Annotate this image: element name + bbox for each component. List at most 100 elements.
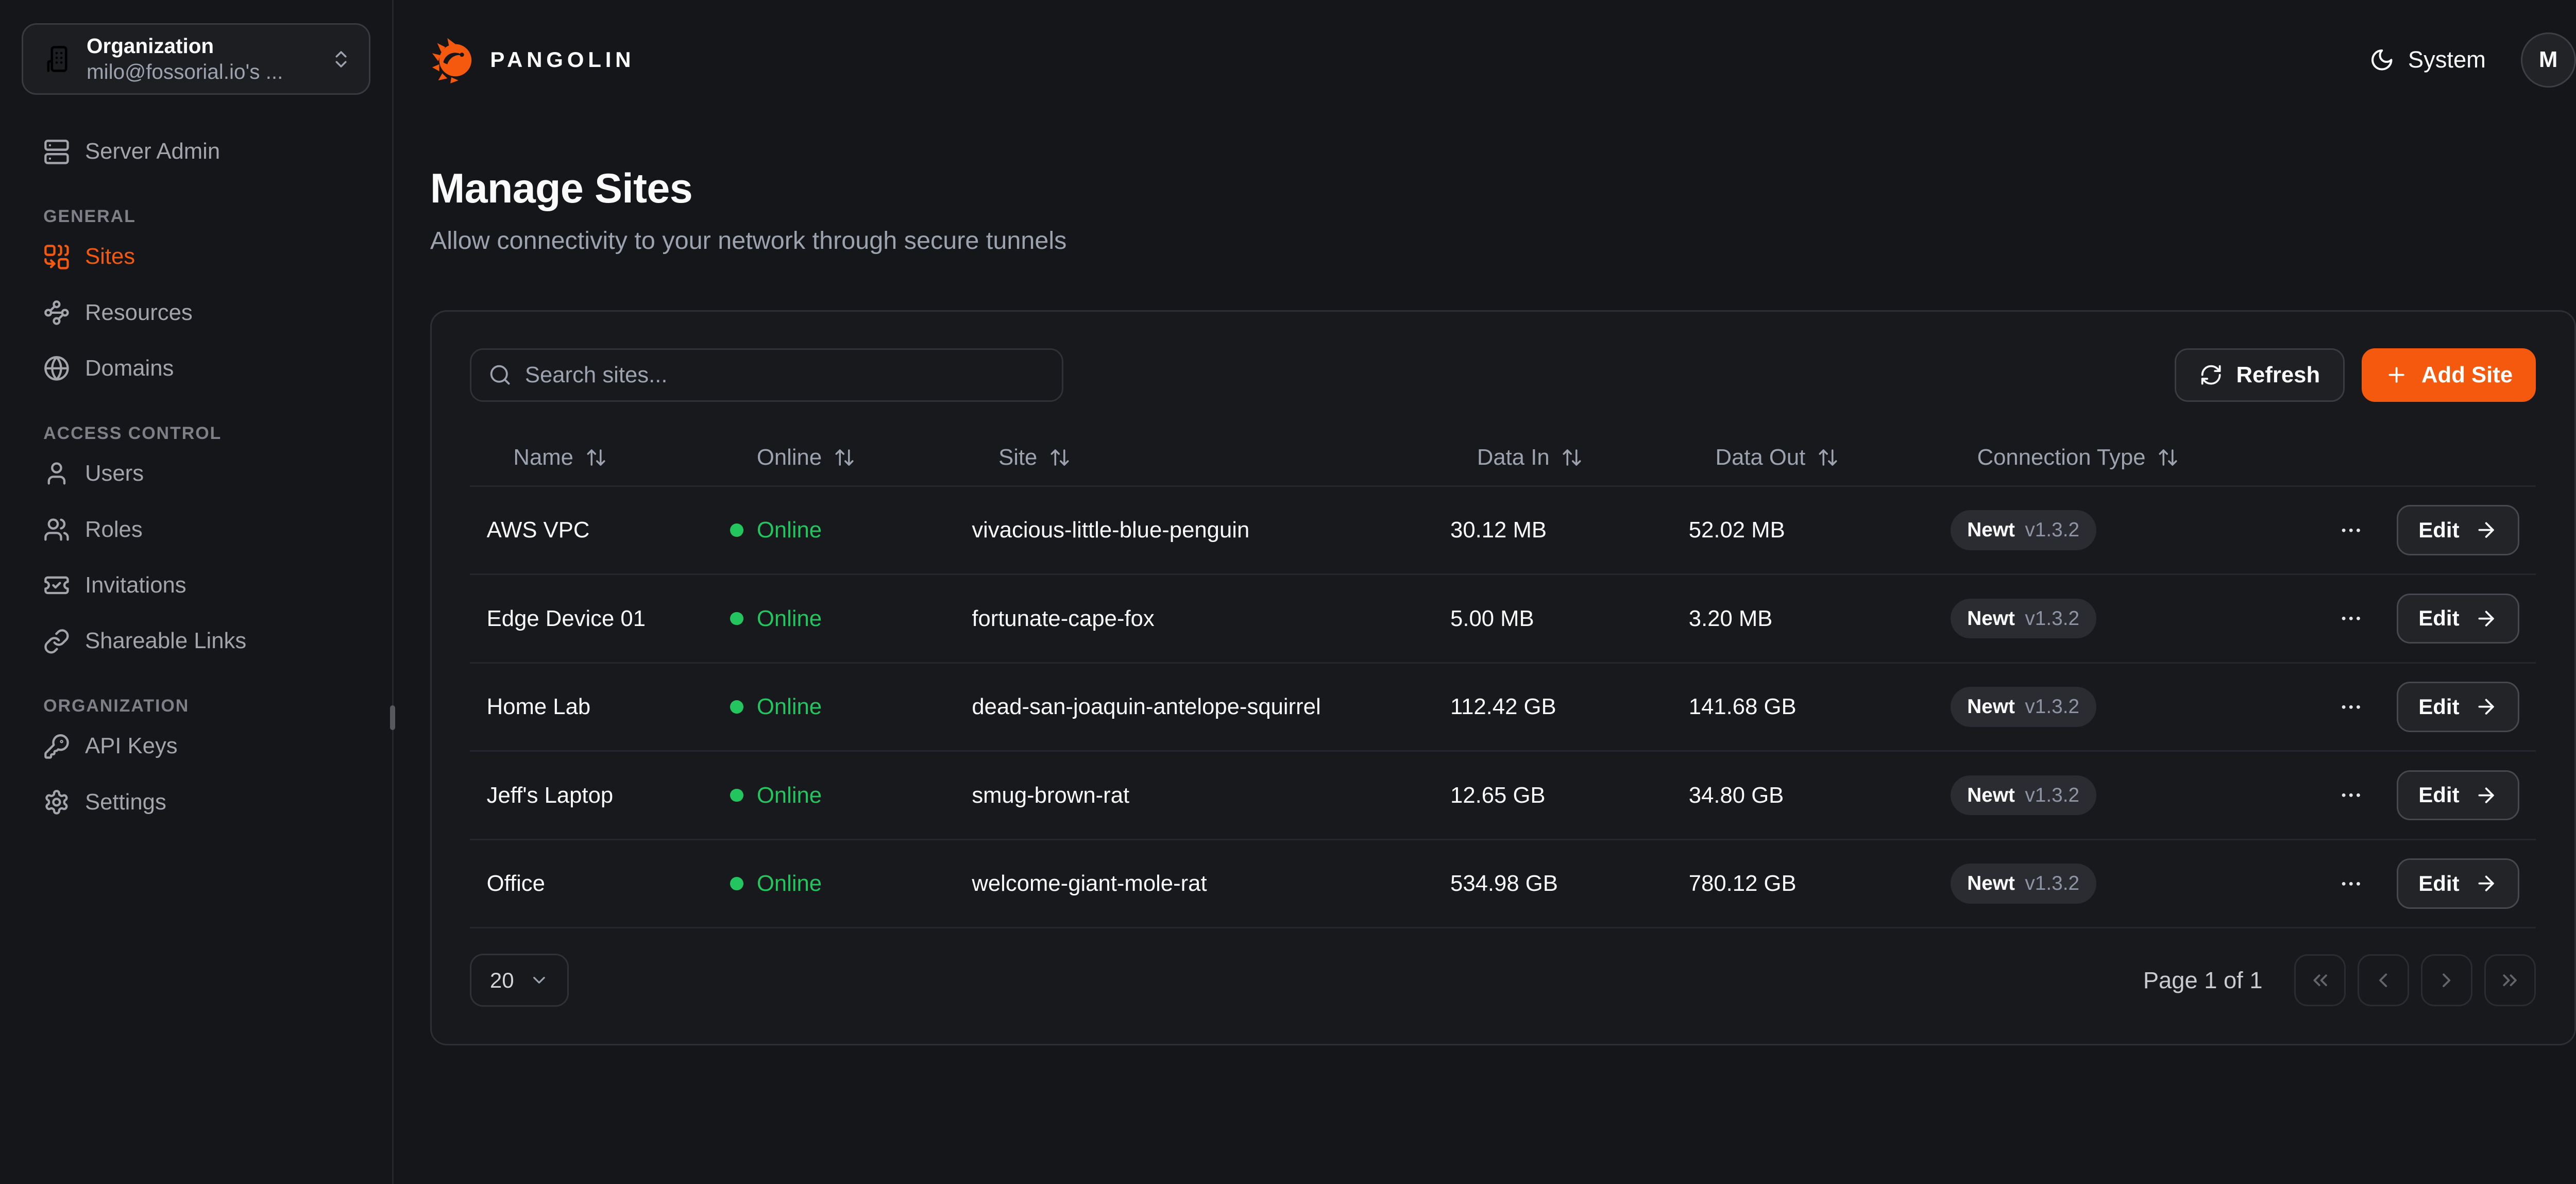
cell-data-out: 52.02 MB — [1672, 517, 1934, 543]
add-site-button[interactable]: Add Site — [2362, 348, 2536, 402]
sidebar-item-label: Roles — [85, 517, 143, 543]
sort-icon — [834, 447, 855, 468]
sidebar-item-label: API Keys — [85, 733, 178, 759]
row-menu-button[interactable] — [2332, 688, 2370, 726]
first-page-button[interactable] — [2294, 954, 2346, 1006]
cell-actions: Edit — [2326, 770, 2536, 820]
column-header-online[interactable]: Online — [714, 445, 955, 470]
ellipsis-icon — [2338, 783, 2364, 808]
cell-data-out: 3.20 MB — [1672, 606, 1934, 632]
cell-actions: Edit — [2326, 858, 2536, 908]
column-header-data-in[interactable]: Data In — [1434, 445, 1672, 470]
sidebar-item-domains[interactable]: Domains — [22, 345, 370, 392]
sidebar-item-users[interactable]: Users — [22, 450, 370, 497]
cell-site: vivacious-little-blue-penguin — [955, 517, 1434, 543]
edit-button[interactable]: Edit — [2397, 682, 2519, 732]
page-title: Manage Sites — [430, 165, 2576, 213]
column-header-connection-type[interactable]: Connection Type — [1934, 445, 2325, 470]
page-size-select[interactable]: 20 — [470, 954, 569, 1007]
waypoints-icon — [43, 299, 70, 326]
cell-name: Office — [470, 871, 713, 897]
column-header-name[interactable]: Name — [470, 445, 713, 470]
cell-connection-type: Newt v1.3.2 — [1934, 864, 2325, 904]
sort-icon — [1561, 447, 1583, 468]
sidebar-item-label: Shareable Links — [85, 628, 246, 654]
column-header-site[interactable]: Site — [955, 445, 1434, 470]
edit-button[interactable]: Edit — [2397, 505, 2519, 555]
sidebar-item-api-keys[interactable]: API Keys — [22, 723, 370, 770]
sidebar-item-settings[interactable]: Settings — [22, 779, 370, 826]
edit-button[interactable]: Edit — [2397, 858, 2519, 908]
arrow-right-icon — [2475, 872, 2498, 895]
avatar[interactable]: M — [2521, 32, 2576, 88]
cell-connection-type: Newt v1.3.2 — [1934, 599, 2325, 639]
row-menu-button[interactable] — [2332, 865, 2370, 903]
row-menu-button[interactable] — [2332, 776, 2370, 814]
online-status-dot — [730, 789, 743, 802]
column-header-data-out[interactable]: Data Out — [1672, 445, 1934, 470]
sort-icon — [1049, 447, 1071, 468]
section-label-organization: ORGANIZATION — [22, 696, 370, 716]
cell-data-out: 141.68 GB — [1672, 694, 1934, 720]
sort-icon — [1817, 447, 1839, 468]
cell-data-out: 780.12 GB — [1672, 871, 1934, 897]
online-status-dot — [730, 612, 743, 625]
cell-data-in: 30.12 MB — [1434, 517, 1672, 543]
sidebar-item-label: Sites — [85, 244, 135, 269]
last-page-button[interactable] — [2484, 954, 2536, 1006]
org-label: Organization — [87, 34, 214, 58]
connection-type-badge: Newt v1.3.2 — [1951, 687, 2096, 727]
sidebar-nav: Server Admin GENERAL Sites Resources Dom — [22, 95, 370, 825]
cell-site: fortunate-cape-fox — [955, 606, 1434, 632]
sidebar-item-server-admin[interactable]: Server Admin — [22, 128, 370, 175]
next-page-button[interactable] — [2421, 954, 2472, 1006]
brand-logo: PANGOLIN — [430, 36, 635, 84]
row-menu-button[interactable] — [2332, 511, 2370, 549]
org-value: milo@fossorial.io's ... — [87, 60, 283, 83]
connection-type-badge: Newt v1.3.2 — [1951, 599, 2096, 639]
table-row: Jeff's Laptop Online smug-brown-rat 12.6… — [470, 752, 2536, 840]
chevrons-right-icon — [2498, 969, 2521, 992]
edit-button[interactable]: Edit — [2397, 594, 2519, 644]
cell-data-out: 34.80 GB — [1672, 783, 1934, 808]
cell-name: Home Lab — [470, 694, 713, 720]
sidebar-item-invitations[interactable]: Invitations — [22, 562, 370, 609]
sidebar-item-shareable-links[interactable]: Shareable Links — [22, 618, 370, 665]
ticket-check-icon — [43, 572, 70, 599]
cell-actions: Edit — [2326, 594, 2536, 644]
arrow-right-icon — [2475, 695, 2498, 718]
theme-label: System — [2408, 46, 2486, 73]
moon-icon — [2369, 47, 2395, 73]
cell-online: Online — [714, 517, 955, 543]
cell-site: dead-san-joaquin-antelope-squirrel — [955, 694, 1434, 720]
row-menu-button[interactable] — [2332, 599, 2370, 637]
edit-button[interactable]: Edit — [2397, 770, 2519, 820]
table-row: AWS VPC Online vivacious-little-blue-pen… — [470, 487, 2536, 576]
link-icon — [43, 628, 70, 655]
sidebar-resize-handle[interactable] — [390, 705, 395, 731]
building-icon — [45, 45, 73, 73]
sites-combine-icon — [43, 244, 70, 270]
cell-site: smug-brown-rat — [955, 783, 1434, 808]
sort-icon — [2157, 447, 2179, 468]
refresh-button[interactable]: Refresh — [2175, 348, 2345, 402]
sidebar-item-resources[interactable]: Resources — [22, 290, 370, 336]
cell-data-in: 534.98 GB — [1434, 871, 1672, 897]
sidebar-item-label: Domains — [85, 356, 174, 381]
cell-online: Online — [714, 694, 955, 720]
main-content: PANGOLIN System M Manage Sites Allow con… — [394, 0, 2576, 1184]
search-input[interactable] — [525, 362, 1045, 388]
previous-page-button[interactable] — [2358, 954, 2409, 1006]
cell-actions: Edit — [2326, 682, 2536, 732]
chevrons-left-icon — [2309, 969, 2332, 992]
sidebar-item-sites[interactable]: Sites — [22, 233, 370, 280]
org-switcher[interactable]: Organization milo@fossorial.io's ... — [22, 23, 370, 95]
connection-type-badge: Newt v1.3.2 — [1951, 775, 2096, 816]
sidebar-item-label: Server Admin — [85, 139, 220, 164]
theme-toggle-button[interactable]: System — [2369, 46, 2485, 73]
online-status-dot — [730, 877, 743, 890]
brand-name: PANGOLIN — [490, 47, 635, 72]
sidebar-item-roles[interactable]: Roles — [22, 506, 370, 553]
ellipsis-icon — [2338, 606, 2364, 631]
table-toolbar: Refresh Add Site — [470, 348, 2536, 402]
